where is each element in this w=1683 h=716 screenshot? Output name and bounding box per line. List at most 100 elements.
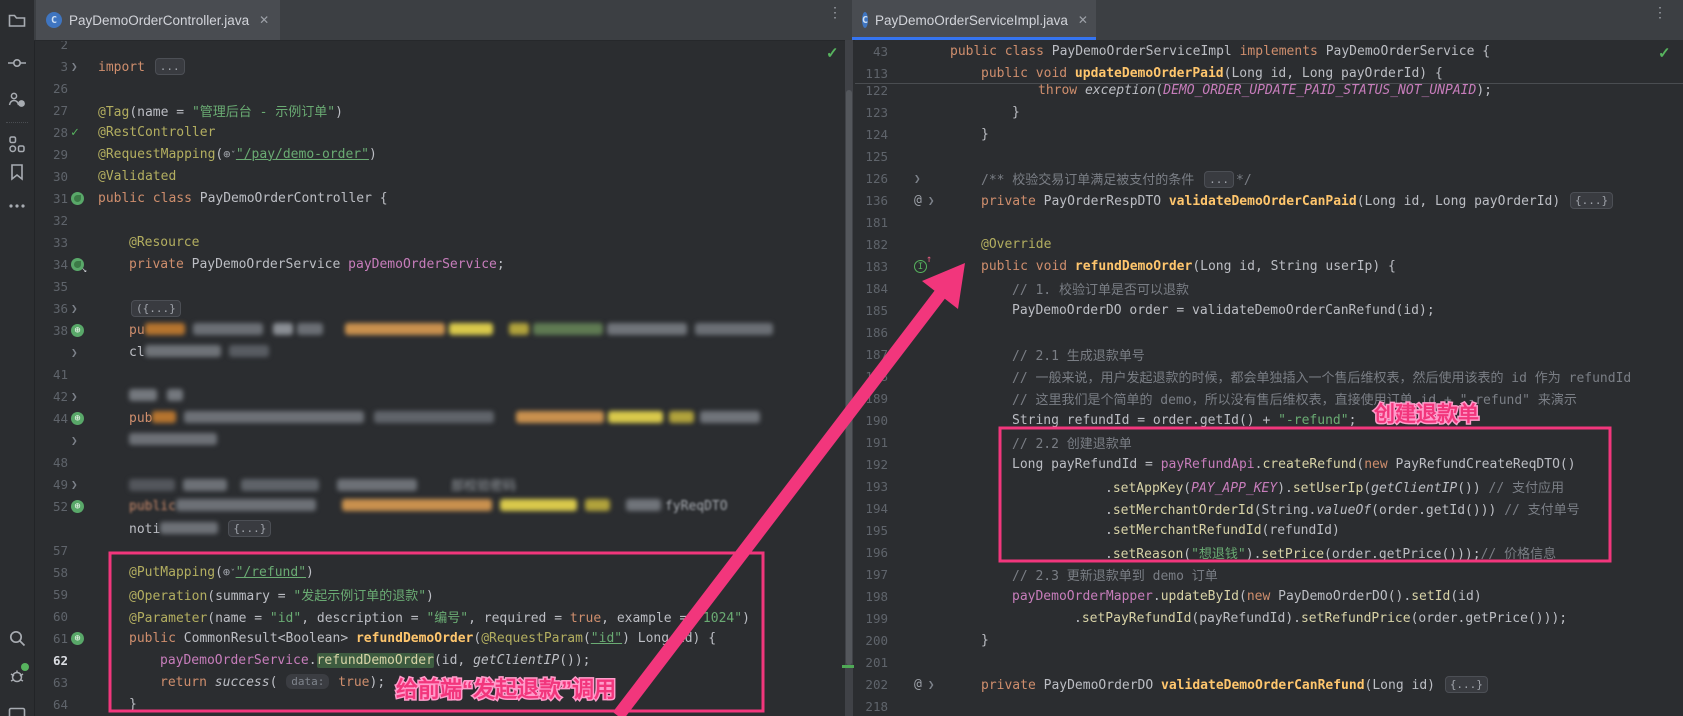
line-number[interactable]: 33 — [40, 235, 68, 250]
code-line[interactable]: 57 — [34, 539, 845, 561]
code-line[interactable]: 201 — [855, 651, 1683, 673]
commit-icon[interactable] — [7, 53, 27, 73]
annotation-fold-icon[interactable]: @ — [914, 193, 922, 208]
code-line[interactable]: 188// 一般来说，用户发起退款的时候，都会单独插入一个售后维权表，然后使用该… — [855, 365, 1683, 387]
code-line[interactable]: 194.setMerchantOrderId(String.valueOf(or… — [855, 497, 1683, 519]
line-number[interactable]: 44 — [40, 411, 68, 426]
line-number[interactable]: 193 — [862, 479, 888, 494]
code-line[interactable]: 186 — [855, 321, 1683, 343]
close-tab-icon[interactable]: ✕ — [1078, 13, 1088, 27]
line-number[interactable]: 196 — [862, 545, 888, 560]
code-line[interactable]: 36❯({...} — [34, 297, 845, 319]
code-line[interactable]: 113public void updateDemoOrderPaid(Long … — [855, 62, 1683, 84]
code-line[interactable]: 63return success( data: true); — [34, 671, 845, 693]
code-line[interactable]: 2 — [34, 40, 845, 55]
line-number[interactable]: 41 — [40, 367, 68, 382]
line-number[interactable]: 28 — [40, 125, 68, 140]
code-line[interactable]: 27@Tag(name = "管理后台 - 示例订单") — [34, 99, 845, 121]
line-number[interactable]: 63 — [40, 675, 68, 690]
code-line[interactable]: 49❯部校验密码 — [34, 473, 845, 495]
line-number[interactable]: 58 — [40, 565, 68, 580]
implements-method-icon[interactable]: I — [914, 260, 927, 273]
code-line[interactable]: 26 — [34, 77, 845, 99]
line-number[interactable]: 113 — [862, 66, 888, 81]
line-number[interactable]: 27 — [40, 103, 68, 118]
line-number[interactable]: 52 — [40, 499, 68, 514]
autowired-bean-icon[interactable] — [71, 258, 84, 271]
code-line[interactable]: 198payDemoOrderMapper.updateById(new Pay… — [855, 585, 1683, 607]
code-line[interactable]: 124} — [855, 123, 1683, 145]
line-number[interactable]: 195 — [862, 523, 888, 538]
code-line[interactable]: 126❯/** 校验交易订单满足被支付的条件 ...*/ — [855, 167, 1683, 189]
code-line[interactable]: 64} — [34, 693, 845, 715]
inspections-ok-icon-left[interactable]: ✓ — [826, 44, 839, 62]
project-folder-icon[interactable] — [7, 10, 27, 30]
request-mapping-icon[interactable]: ⊕ — [71, 324, 84, 337]
line-number[interactable]: 35 — [40, 279, 68, 294]
code-line[interactable]: 3❯import ... — [34, 55, 845, 77]
line-number[interactable]: 191 — [862, 435, 888, 450]
line-number[interactable]: 124 — [862, 127, 888, 142]
line-number[interactable]: 123 — [862, 105, 888, 120]
code-line[interactable]: 190String refundId = order.getId() + "-r… — [855, 409, 1683, 431]
code-line[interactable]: 218 — [855, 695, 1683, 716]
line-number[interactable]: 189 — [862, 391, 888, 406]
url-globe-icon[interactable]: ⊕ˇ — [223, 565, 236, 579]
code-line[interactable]: 38⊕pu — [34, 319, 845, 341]
fold-chip[interactable]: ... — [155, 58, 185, 75]
line-number[interactable]: 29 — [40, 147, 68, 162]
line-number[interactable]: 3 — [40, 59, 68, 74]
line-number[interactable]: 30 — [40, 169, 68, 184]
line-number[interactable]: 190 — [862, 413, 888, 428]
code-line[interactable]: 199.setPayRefundId(payRefundId).setRefun… — [855, 607, 1683, 629]
code-line[interactable]: 48 — [34, 451, 845, 473]
fold-chip[interactable]: {...} — [228, 520, 271, 537]
debug-icon[interactable] — [7, 666, 27, 686]
tab-paydemoordercontroller[interactable]: C PayDemoOrderController.java ✕ — [36, 0, 280, 40]
line-number[interactable]: 64 — [40, 697, 68, 712]
right-editor-options-icon[interactable]: ⋮ — [1652, 9, 1668, 31]
code-line[interactable]: 136@❯private PayOrderRespDTO validateDem… — [855, 189, 1683, 211]
code-line[interactable]: noti{...} — [34, 517, 845, 539]
code-line[interactable]: 31public class PayDemoOrderController { — [34, 187, 845, 209]
code-line[interactable]: 30@Validated — [34, 165, 845, 187]
line-number[interactable]: 126 — [862, 171, 888, 186]
line-number[interactable]: 181 — [862, 215, 888, 230]
line-number[interactable]: 34 — [40, 257, 68, 272]
request-mapping-icon[interactable]: ⊕ — [71, 632, 84, 645]
fold-arrow-icon[interactable]: ❯ — [914, 172, 921, 185]
line-number[interactable]: 200 — [862, 633, 888, 648]
code-line[interactable]: 123} — [855, 101, 1683, 123]
code-line[interactable]: 192Long payRefundId = payRefundApi.creat… — [855, 453, 1683, 475]
code-line[interactable]: 196.setReason("想退钱").setPrice(order.getP… — [855, 541, 1683, 563]
line-number[interactable]: 186 — [862, 325, 888, 340]
line-number[interactable]: 61 — [40, 631, 68, 646]
line-number[interactable]: 201 — [862, 655, 888, 670]
fold-arrow-icon[interactable]: ❯ — [71, 302, 78, 315]
line-number[interactable]: 202 — [862, 677, 888, 692]
spring-bean-icon[interactable] — [71, 192, 84, 205]
structure-icon[interactable] — [7, 134, 27, 154]
line-number[interactable]: 42 — [40, 389, 68, 404]
code-line[interactable]: 29@RequestMapping(⊕ˇ"/pay/demo-order") — [34, 143, 845, 165]
pull-requests-icon[interactable]: ? — [7, 90, 27, 110]
code-line[interactable]: 181 — [855, 211, 1683, 233]
code-line[interactable]: 35 — [34, 275, 845, 297]
line-number[interactable]: 32 — [40, 213, 68, 228]
code-line[interactable]: 32 — [34, 209, 845, 231]
fold-chip[interactable]: {...} — [1570, 192, 1613, 209]
line-number[interactable]: 185 — [862, 303, 888, 318]
code-line[interactable]: 191// 2.2 创建退款单 — [855, 431, 1683, 453]
code-line[interactable]: 197// 2.3 更新退款单到 demo 订单 — [855, 563, 1683, 585]
fold-arrow-icon[interactable]: ❯ — [71, 60, 78, 73]
url-globe-icon[interactable]: ⊕ˇ — [223, 147, 236, 161]
line-number[interactable]: 38 — [40, 323, 68, 338]
tab-paydemoorderserviceimpl[interactable]: C PayDemoOrderServiceImpl.java ✕ — [852, 0, 1096, 40]
code-line[interactable]: 183Ipublic void refundDemoOrder(Long id,… — [855, 255, 1683, 277]
code-line[interactable]: 62payDemoOrderService.refundDemoOrder(id… — [34, 649, 845, 671]
code-line[interactable]: 60@Parameter(name = "id", description = … — [34, 605, 845, 627]
code-line[interactable]: 33@Resource — [34, 231, 845, 253]
code-line[interactable]: 189// 这里我们是个简单的 demo，所以没有售后维权表，直接使用订单 id… — [855, 387, 1683, 409]
line-number[interactable]: 49 — [40, 477, 68, 492]
line-number[interactable]: 26 — [40, 81, 68, 96]
